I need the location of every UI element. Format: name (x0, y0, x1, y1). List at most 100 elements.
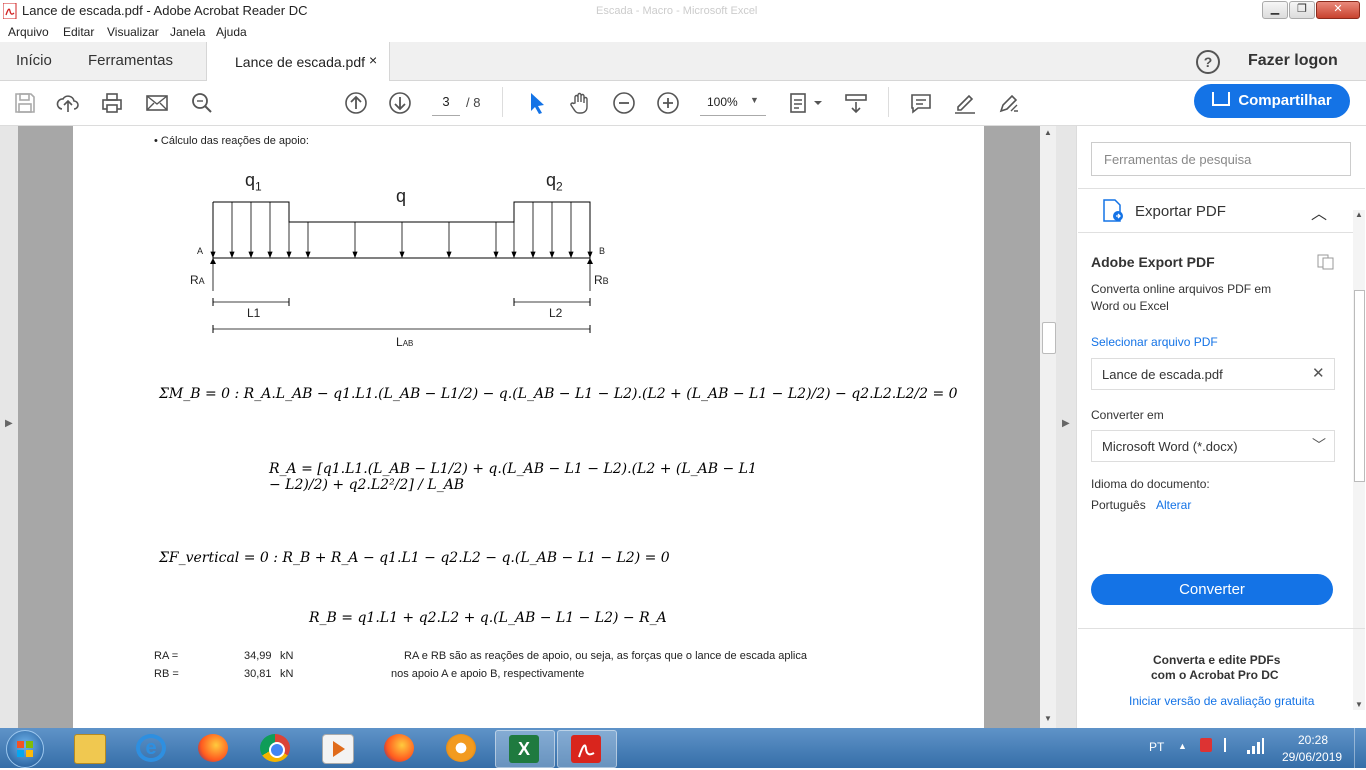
page-total: / 8 (466, 95, 481, 110)
help-icon[interactable]: ? (1196, 50, 1220, 74)
comment-icon[interactable] (909, 91, 933, 115)
result-ra-value: 34,99 (244, 650, 272, 662)
tray-alert-icon[interactable] (1200, 738, 1212, 752)
selected-file-field[interactable]: Lance de escada.pdf ✕ (1091, 358, 1335, 390)
select-arrow-icon[interactable] (525, 91, 549, 115)
equation-vertical: ΣF_vertical = 0 : R_B + R_A − q1.L1 − q2… (159, 550, 670, 566)
taskbar-ie[interactable]: e (123, 730, 181, 766)
clock-date[interactable]: 29/06/2019 (1282, 750, 1342, 764)
trial-link[interactable]: Iniciar versão de avaliação gratuita (1129, 694, 1314, 708)
menu-visualizar[interactable]: Visualizar (107, 25, 159, 39)
toolbar-divider (888, 87, 889, 117)
expand-left-icon[interactable]: ▶ (5, 418, 13, 429)
menu-janela[interactable]: Janela (170, 25, 205, 39)
expand-right-icon[interactable]: ▶ (1062, 418, 1070, 429)
clear-file-icon[interactable]: ✕ (1312, 364, 1325, 382)
chevron-down-icon: ▼ (750, 95, 759, 105)
zoom-select[interactable]: 100% ▼ (700, 89, 766, 116)
taskbar-firefox-2[interactable] (371, 730, 429, 766)
start-button[interactable] (6, 730, 44, 768)
find-icon[interactable] (190, 91, 214, 115)
print-icon[interactable] (100, 91, 124, 115)
minimize-button[interactable]: ▁ (1262, 1, 1288, 19)
flag-icon[interactable] (1224, 738, 1236, 752)
firefox-icon (198, 734, 228, 762)
folder-icon (74, 734, 106, 764)
zoom-value: 100% (707, 95, 738, 109)
adobe-export-heading: Adobe Export PDF (1091, 254, 1215, 270)
window-title: Lance de escada.pdf - Adobe Acrobat Read… (22, 3, 308, 18)
format-select[interactable]: Microsoft Word (*.docx) ﹀ (1091, 430, 1335, 462)
chevron-up-icon[interactable]: ︿ (1311, 200, 1327, 224)
clock-time[interactable]: 20:28 (1298, 733, 1328, 747)
panel-divider (1078, 232, 1365, 233)
load-arrows (210, 202, 593, 259)
label-b: B (599, 246, 606, 256)
previous-page-icon[interactable] (344, 91, 368, 115)
export-pdf-icon (1103, 199, 1123, 222)
taskbar-media-player[interactable] (309, 730, 367, 766)
taskbar-settings-app[interactable] (433, 730, 491, 766)
network-signal-icon[interactable] (1246, 738, 1264, 754)
share-icon (1212, 92, 1231, 106)
panel-scroll-thumb[interactable] (1354, 290, 1365, 482)
zoom-in-icon[interactable] (656, 91, 680, 115)
language-indicator[interactable]: PT (1149, 740, 1164, 754)
tab-document[interactable]: Lance de escada.pdf × (206, 42, 390, 81)
convert-to-label: Converter em (1091, 408, 1164, 422)
result-rb-label: RB = (154, 668, 179, 680)
upload-cloud-icon[interactable] (56, 91, 80, 115)
scroll-down-icon[interactable]: ▼ (1044, 714, 1052, 723)
menu-ajuda[interactable]: Ajuda (216, 25, 247, 39)
taskbar-acrobat[interactable] (557, 730, 617, 768)
menu-bar: Arquivo Editar Visualizar Janela Ajuda (0, 22, 1366, 42)
close-tab-icon[interactable]: × (369, 52, 377, 68)
page-number-input[interactable]: 3 (432, 89, 460, 116)
menu-arquivo[interactable]: Arquivo (8, 25, 49, 39)
select-pdf-link[interactable]: Selecionar arquivo PDF (1091, 335, 1218, 349)
close-window-button[interactable]: ✕ (1316, 1, 1360, 19)
export-pdf-title[interactable]: Exportar PDF (1135, 203, 1226, 220)
convert-button[interactable]: Converter (1091, 574, 1333, 605)
panel-scroll-up-icon[interactable]: ▲ (1355, 210, 1363, 219)
export-files-icon[interactable] (1317, 254, 1335, 270)
tray-expand-icon[interactable]: ▲ (1178, 741, 1187, 751)
firefox-icon (384, 734, 414, 762)
sign-pen-icon[interactable] (997, 91, 1021, 115)
tab-tools[interactable]: Ferramentas (88, 42, 173, 80)
menu-editar[interactable]: Editar (63, 25, 94, 39)
change-language-link[interactable]: Alterar (1156, 498, 1191, 512)
login-link[interactable]: Fazer logon (1248, 52, 1338, 70)
format-chevron-icon: ﹀ (1312, 437, 1326, 453)
taskbar-excel[interactable]: X (495, 730, 555, 768)
restore-button[interactable]: ❐ (1289, 1, 1315, 19)
highlight-pen-icon[interactable] (953, 91, 977, 115)
panel-scroll-down-icon[interactable]: ▼ (1355, 700, 1363, 709)
promo-line-1: Converta e edite PDFs (1153, 653, 1281, 667)
tab-home[interactable]: Início (16, 42, 52, 80)
scroll-thumb[interactable] (1042, 322, 1056, 354)
label-q1: q1 (245, 170, 262, 194)
document-scrollbar[interactable]: ▲ ▼ (1040, 126, 1056, 728)
email-icon[interactable] (145, 91, 169, 115)
result-ra-unit: kN (280, 650, 294, 662)
page-fit-icon[interactable] (788, 91, 824, 115)
zoom-out-icon[interactable] (612, 91, 636, 115)
tools-search-input[interactable]: Ferramentas de pesquisa (1091, 142, 1351, 176)
show-desktop-button[interactable] (1354, 728, 1366, 768)
scroll-mode-icon[interactable] (844, 91, 868, 115)
share-button[interactable]: Compartilhar (1194, 84, 1350, 118)
taskbar-chrome[interactable] (247, 730, 305, 766)
left-pane-toggle[interactable]: ▶ (0, 126, 18, 728)
next-page-icon[interactable] (388, 91, 412, 115)
label-l2: L2 (549, 306, 563, 320)
taskbar-explorer[interactable] (61, 730, 119, 766)
save-icon[interactable] (13, 91, 37, 115)
result-ra-label: RA = (154, 650, 179, 662)
scroll-up-icon[interactable]: ▲ (1044, 128, 1052, 137)
hand-tool-icon[interactable] (568, 91, 592, 115)
right-pane-toggle[interactable]: ▶ (1056, 126, 1076, 728)
panel-scrollbar[interactable]: ▲ ▼ (1353, 210, 1365, 710)
language-value: Português (1091, 498, 1146, 512)
taskbar-firefox[interactable] (185, 730, 243, 766)
